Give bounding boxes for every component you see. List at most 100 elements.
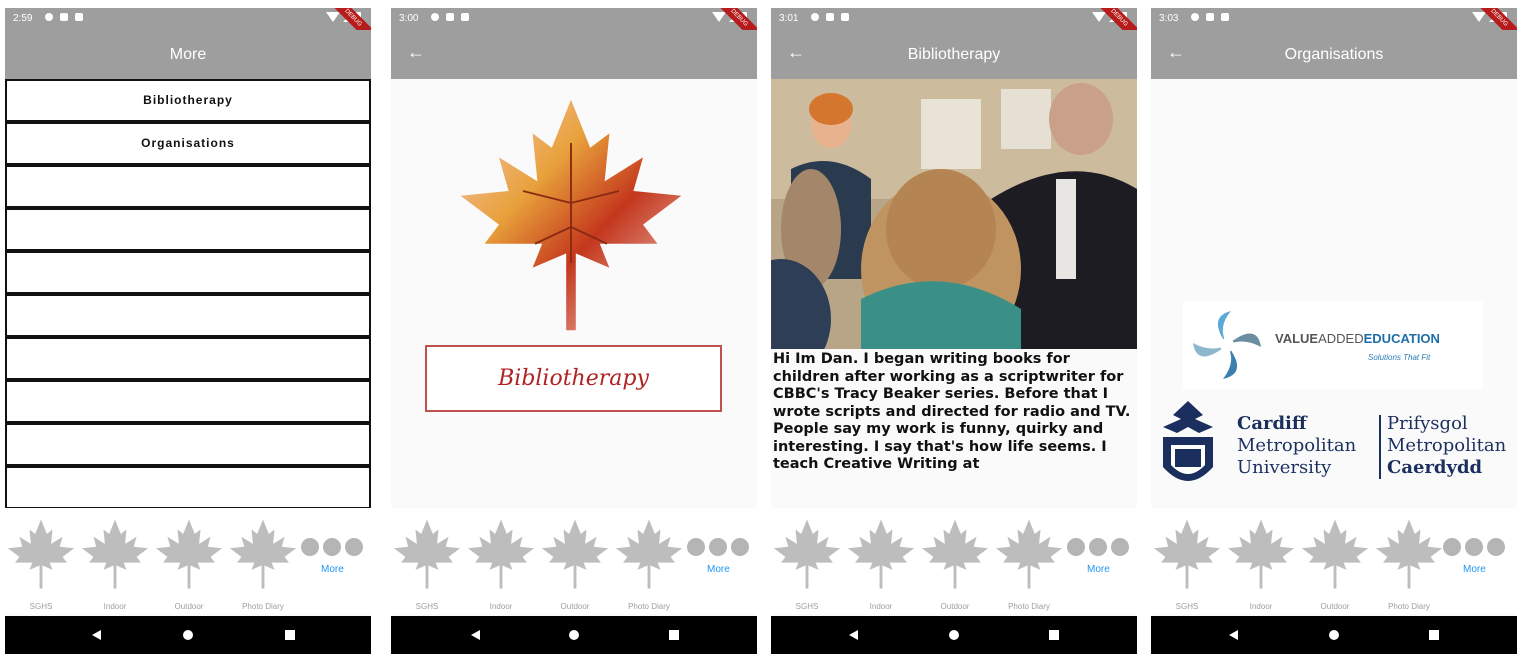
author-photo [771, 79, 1137, 349]
more-dots-icon [1067, 538, 1137, 556]
recents-nav-icon[interactable] [285, 630, 295, 640]
cardiff-welsh-line-1: Prifysgol [1387, 413, 1468, 434]
home-nav-icon[interactable] [569, 630, 579, 640]
recents-nav-icon[interactable] [1429, 630, 1439, 640]
screen-more: 2:59 DEBUG More Bibliotherapy Organisati… [5, 8, 371, 654]
nav-item-indoor[interactable]: Indoor [79, 514, 151, 611]
wifi-icon [1472, 12, 1486, 22]
nav-item-indoor[interactable]: Indoor [1225, 514, 1297, 611]
cardiff-line-3: University [1237, 457, 1332, 478]
back-arrow-icon[interactable]: ← [407, 42, 425, 63]
app-bar: ← Organisations [1151, 30, 1517, 79]
bibliotherapy-banner[interactable]: Bibliotherapy [425, 345, 722, 412]
list-item[interactable] [5, 208, 371, 251]
nav-item-photo-diary[interactable]: Photo Diary [613, 514, 685, 611]
status-time: 2:59 [13, 13, 33, 24]
list-item-organisations[interactable]: Organisations [5, 122, 371, 165]
back-nav-icon[interactable] [471, 630, 480, 640]
list-item[interactable] [5, 380, 371, 423]
settings-icon [811, 13, 819, 21]
nav-item-sghs[interactable]: SGHS [5, 514, 77, 611]
maple-leaf-icon [1299, 514, 1371, 594]
recents-nav-icon[interactable] [669, 630, 679, 640]
maple-leaf-icon [771, 514, 843, 594]
nav-item-outdoor[interactable]: Outdoor [153, 514, 225, 611]
cardiff-welsh-line-3: Caerdydd [1387, 457, 1483, 478]
nav-label: SGHS [29, 602, 53, 611]
maple-leaf-icon [993, 514, 1065, 594]
nav-item-outdoor[interactable]: Outdoor [539, 514, 611, 611]
settings-icon [1191, 13, 1199, 21]
maple-leaf-icon [613, 514, 685, 594]
home-nav-icon[interactable] [1329, 630, 1339, 640]
nav-label: Outdoor [1320, 602, 1350, 611]
notification-icon [60, 13, 68, 21]
wifi-icon [712, 12, 726, 22]
nav-label: Indoor [869, 602, 893, 611]
nav-item-photo-diary[interactable]: Photo Diary [227, 514, 299, 611]
list-item-bibliotherapy[interactable]: Bibliotherapy [5, 79, 371, 122]
maple-leaf-icon [845, 514, 917, 594]
nav-label: SGHS [1175, 602, 1199, 611]
status-time: 3:00 [399, 13, 419, 24]
system-nav-bar [5, 616, 371, 654]
app-bar: ← [391, 30, 757, 79]
status-time: 3:01 [779, 13, 799, 24]
page-title: Organisations [1284, 46, 1384, 63]
nav-item-sghs[interactable]: SGHS [391, 514, 463, 611]
vae-tagline: Solutions That Fit [1368, 353, 1431, 362]
back-nav-icon[interactable] [849, 630, 858, 640]
recents-nav-icon[interactable] [1049, 630, 1059, 640]
nav-item-more[interactable]: More [1067, 538, 1137, 588]
notification-icon [1206, 13, 1214, 21]
home-nav-icon[interactable] [949, 630, 959, 640]
nav-item-indoor[interactable]: Indoor [845, 514, 917, 611]
back-nav-icon[interactable] [1229, 630, 1238, 640]
nav-item-outdoor[interactable]: Outdoor [1299, 514, 1371, 611]
nav-item-more[interactable]: More [687, 538, 757, 588]
notification-icon [446, 13, 454, 21]
nav-label: SGHS [795, 602, 819, 611]
home-nav-icon[interactable] [183, 630, 193, 640]
nav-label-more: More [707, 564, 730, 575]
cardiff-welsh-line-2: Metropolitan [1387, 435, 1507, 456]
nav-item-sghs[interactable]: SGHS [1151, 514, 1223, 611]
vae-word-value: VALUE [1275, 331, 1319, 346]
nav-item-photo-diary[interactable]: Photo Diary [993, 514, 1065, 611]
nav-item-more[interactable]: More [1443, 538, 1513, 588]
page-title: Bibliotherapy [907, 46, 1001, 63]
crest-icon [1163, 401, 1213, 481]
value-added-education-logo[interactable]: VALUEADDEDEDUCATION Solutions That Fit [1183, 301, 1483, 389]
back-nav-icon[interactable] [92, 630, 101, 640]
list-item[interactable] [5, 466, 371, 509]
settings-icon [45, 13, 53, 21]
nav-item-outdoor[interactable]: Outdoor [919, 514, 991, 611]
cardiff-line-1: Cardiff [1237, 413, 1307, 434]
maple-leaf-icon [5, 514, 77, 594]
nav-item-photo-diary[interactable]: Photo Diary [1373, 514, 1445, 611]
list-item[interactable] [5, 165, 371, 208]
status-time: 3:03 [1159, 13, 1179, 24]
cardiff-met-logo[interactable]: Cardiff Metropolitan University Prifysgo… [1151, 391, 1517, 501]
vae-word-education: EDUCATION [1363, 331, 1440, 346]
nav-label: Indoor [489, 602, 513, 611]
cardiff-line-2: Metropolitan [1237, 435, 1357, 456]
list-item[interactable] [5, 423, 371, 466]
nav-item-more[interactable]: More [301, 538, 371, 588]
maple-leaf-icon [79, 514, 151, 594]
page-title: More [169, 46, 207, 63]
list-item[interactable] [5, 294, 371, 337]
nav-label: Indoor [103, 602, 127, 611]
wifi-icon [326, 12, 340, 22]
list-item[interactable] [5, 337, 371, 380]
list-item[interactable] [5, 251, 371, 294]
wifi-icon [1092, 12, 1106, 22]
app-bar: More [5, 30, 371, 79]
nav-label: Outdoor [940, 602, 970, 611]
notification-icon [826, 13, 834, 21]
maple-leaf-icon [1151, 514, 1223, 594]
maple-leaf-icon [919, 514, 991, 594]
nav-item-indoor[interactable]: Indoor [465, 514, 537, 611]
nav-item-sghs[interactable]: SGHS [771, 514, 843, 611]
nav-label-more: More [321, 564, 344, 575]
